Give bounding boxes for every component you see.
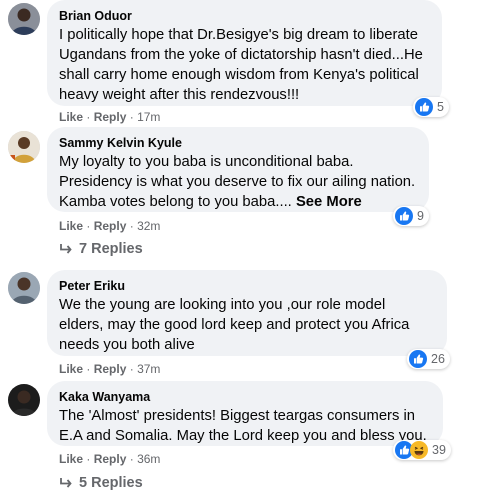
separator: ·: [129, 452, 134, 466]
like-icon: [395, 207, 413, 225]
avatar-photo-icon: [8, 384, 40, 416]
comment-bubble: Brian Oduor I politically hope that Dr.B…: [47, 0, 442, 106]
reply-button[interactable]: Reply: [94, 362, 127, 376]
replies-label: 7 Replies: [79, 241, 143, 257]
avatar-photo-icon: [8, 272, 40, 304]
comment-line: The 'Almost' presidents! Biggest teargas…: [59, 408, 416, 424]
comment-author[interactable]: Peter Eriku: [59, 278, 435, 294]
avatar-photo-icon: [8, 131, 40, 163]
haha-icon: [410, 441, 428, 459]
avatar-photo-icon: [8, 3, 40, 35]
comment-author[interactable]: Kaka Wanyama: [59, 389, 431, 405]
avatar[interactable]: [8, 131, 40, 163]
comment-text: The 'Almost' presidents! Biggest teargas…: [59, 406, 431, 446]
reaction-count: 39: [432, 443, 446, 457]
comment-timestamp[interactable]: 37m: [137, 362, 160, 376]
comment-text: My loyalty to you baba is unconditional …: [59, 152, 417, 212]
avatar[interactable]: [8, 384, 40, 416]
reaction-summary[interactable]: 39: [393, 440, 451, 460]
reaction-count: 9: [417, 209, 424, 223]
reaction-count: 26: [431, 352, 445, 366]
like-icon: [415, 98, 433, 116]
reply-button[interactable]: Reply: [94, 219, 127, 233]
like-icon: [409, 350, 427, 368]
comment-line: We the young are looking into you ,our r…: [59, 297, 386, 313]
comment-text: I politically hope that Dr.Besigye's big…: [59, 25, 430, 105]
comment-line: Presidency is what you deserve to fix ou…: [59, 174, 416, 190]
comment-author[interactable]: Brian Oduor: [59, 8, 430, 24]
comment-actions: Like · Reply · 37m: [59, 361, 160, 377]
reaction-summary[interactable]: 26: [407, 349, 450, 369]
avatar[interactable]: [8, 3, 40, 35]
separator: ·: [129, 110, 134, 124]
view-replies-button[interactable]: 5 Replies: [59, 474, 143, 492]
comment-timestamp[interactable]: 32m: [137, 219, 160, 233]
like-button[interactable]: Like: [59, 219, 83, 233]
comment-author[interactable]: Sammy Kelvin Kyule: [59, 135, 417, 151]
avatar[interactable]: [8, 272, 40, 304]
reply-arrow-icon: [60, 478, 72, 488]
comment-timestamp[interactable]: 36m: [137, 452, 160, 466]
comment-line: heavy weight after this rendezvous!!!: [59, 87, 300, 103]
comment-timestamp[interactable]: 17m: [137, 110, 160, 124]
comment-bubble: Kaka Wanyama The 'Almost' presidents! Bi…: [47, 381, 443, 446]
comment-line: elders, may the good lord keep and prote…: [59, 317, 410, 333]
separator: ·: [86, 110, 91, 124]
comment-text: We the young are looking into you ,our r…: [59, 295, 435, 355]
reply-button[interactable]: Reply: [94, 452, 127, 466]
reply-button[interactable]: Reply: [94, 110, 127, 124]
separator: ·: [129, 219, 134, 233]
separator: ·: [86, 362, 91, 376]
reaction-count: 5: [437, 100, 444, 114]
comment-actions: Like · Reply · 36m: [59, 451, 160, 467]
comment-line: needs you both alive: [59, 337, 195, 353]
comment-actions: Like · Reply · 17m: [59, 109, 160, 125]
comment-bubble: Peter Eriku We the young are looking int…: [47, 270, 447, 356]
like-button[interactable]: Like: [59, 110, 83, 124]
view-replies-button[interactable]: 7 Replies: [59, 240, 143, 258]
reaction-summary[interactable]: 5: [413, 97, 449, 117]
comment-line: I politically hope that Dr.Besigye's big…: [59, 27, 418, 43]
see-more-link[interactable]: See More: [296, 194, 362, 210]
comment-line: My loyalty to you baba is unconditional …: [59, 154, 354, 170]
like-button[interactable]: Like: [59, 452, 83, 466]
comment-actions: Like · Reply · 32m: [59, 218, 160, 234]
comment-line: Ugandans from the yoke of dictatorship h…: [59, 47, 423, 63]
separator: ·: [86, 219, 91, 233]
comment-bubble: Sammy Kelvin Kyule My loyalty to you bab…: [47, 127, 429, 212]
reaction-summary[interactable]: 9: [393, 206, 429, 226]
comment-line: E.A and Somalia. May the Lord keep you a…: [59, 428, 427, 444]
replies-label: 5 Replies: [79, 475, 143, 491]
separator: ·: [129, 362, 134, 376]
separator: ·: [86, 452, 91, 466]
reply-arrow-icon: [60, 244, 72, 254]
comment-line: Kamba votes belong to you baba....: [59, 194, 292, 210]
comment-line: shall carry home enough wisdom from Keny…: [59, 67, 419, 83]
like-button[interactable]: Like: [59, 362, 83, 376]
